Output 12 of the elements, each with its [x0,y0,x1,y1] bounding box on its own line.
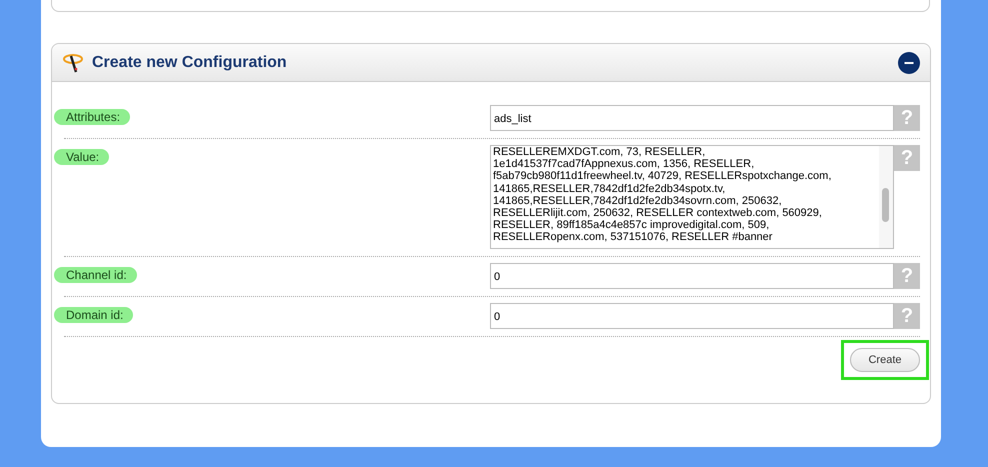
input-field[interactable]: 0 [490,303,894,329]
panel-title: Create new Configuration [92,54,287,72]
field-label: Value: [54,149,110,165]
field-label: Channel id: [54,267,137,283]
input-field[interactable]: ads_list [490,105,894,131]
scrollbar[interactable] [879,146,893,248]
field-label: Attributes: [54,109,130,125]
text-area[interactable]: RESELLEREMXDGT.com, 73, RESELLER, 1e1d41537f7cad7fAppnexus.com, 1356, RESELLER, f5ab79cb980f11d1freewheel.tv, 40729, RESELLERspotxchange.com, 141865,RESELLER,7842df1d2fe2db34spotx.tv, 141865,RESELLER,7842df1d2fe2db34sovrn.com, 250632, RESELLERlijit.com, 250632, RESELLER contextweb.com, 560929, RESELLER, 89ff185a4c4e857c improvedigital.com, 509, RESELLERopenx.com, 537151076, RESELLER #banner [490,145,894,249]
input-field[interactable]: 0 [490,263,894,289]
create-button[interactable]: Create [850,348,920,372]
field-label: Domain id: [54,307,134,323]
collapse-button[interactable]: − [898,52,920,74]
